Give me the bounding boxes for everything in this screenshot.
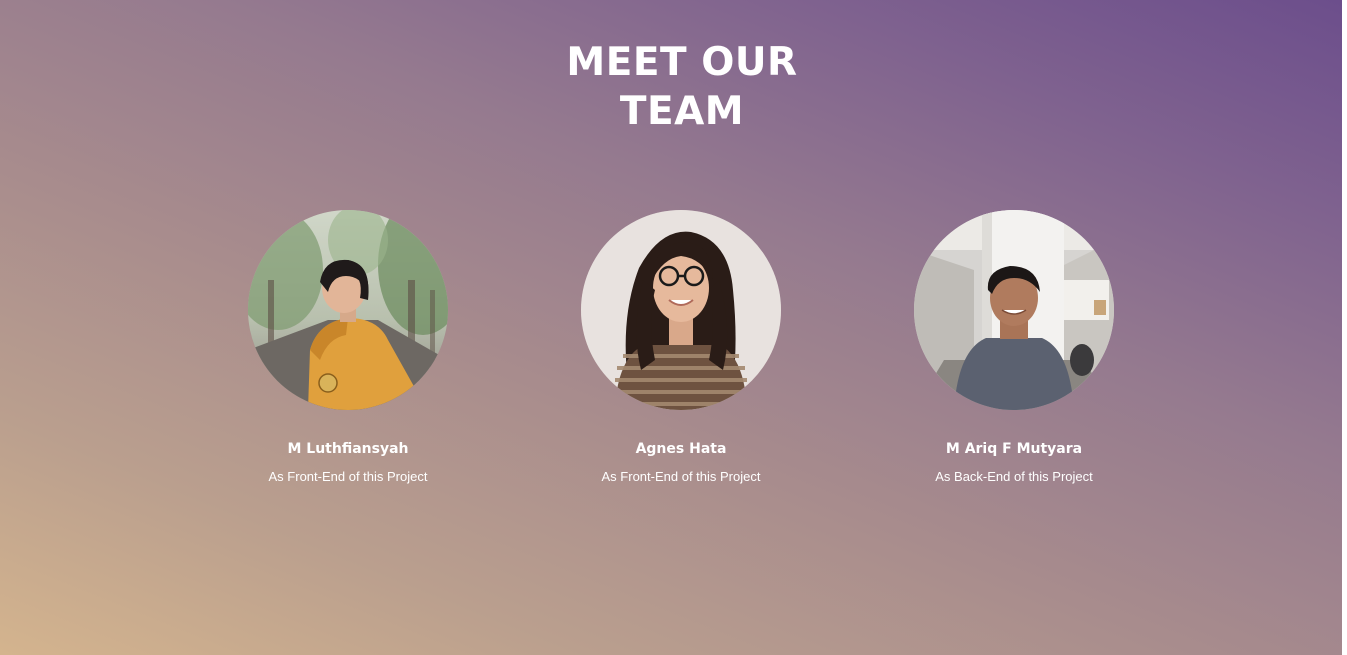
member-name: M Luthfiansyah: [287, 441, 409, 457]
team-section: MEET OUR TEAM M Luthfiansyah As Front-En…: [0, 0, 1342, 655]
member-name: Agnes Hata: [635, 441, 727, 457]
member-photo: [248, 210, 448, 410]
member-role: As Front-End of this Project: [601, 469, 761, 484]
section-title-line-1: MEET OUR: [566, 40, 798, 85]
member-name: M Ariq F Mutyara: [945, 441, 1083, 457]
member-role: As Back-End of this Project: [935, 469, 1093, 484]
member-photo: [914, 210, 1114, 410]
section-title-line-2: TEAM: [619, 89, 745, 134]
team-member-card: M Ariq F Mutyara As Back-End of this Pro…: [894, 210, 1134, 485]
member-photo: [581, 210, 781, 410]
member-role: As Front-End of this Project: [268, 469, 428, 484]
team-member-card: Agnes Hata As Front-End of this Project: [561, 210, 801, 485]
section-title: MEET OUR TEAM: [0, 38, 1342, 136]
team-member-card: M Luthfiansyah As Front-End of this Proj…: [228, 210, 468, 485]
